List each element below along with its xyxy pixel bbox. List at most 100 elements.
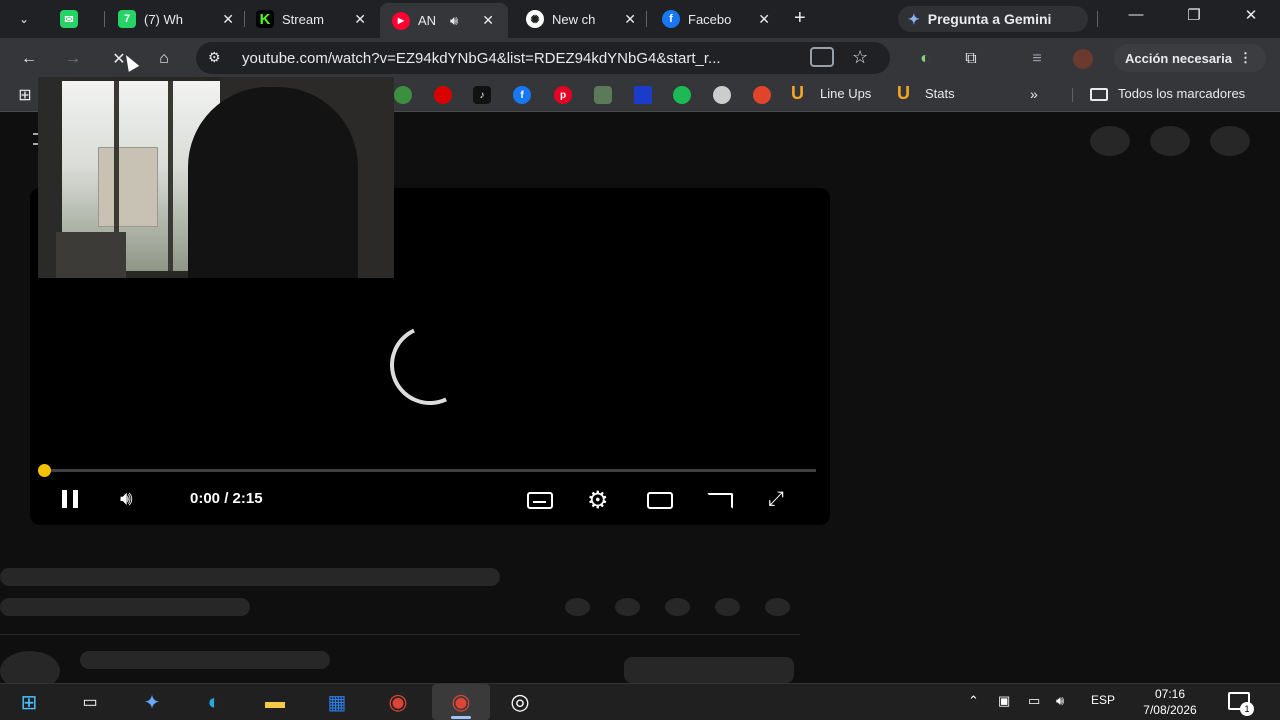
pause-button[interactable] (62, 490, 78, 508)
chevron-up-icon[interactable]: ⌃ (968, 693, 979, 709)
skeleton-action (615, 598, 640, 616)
edge-icon[interactable]: ◐ (201, 689, 227, 714)
chatgpt-bookmark-icon[interactable] (713, 86, 731, 104)
clock-date: 7/08/2026 (1143, 703, 1197, 717)
close-icon[interactable]: ✕ (354, 11, 366, 28)
gemini-icon: ✦ (908, 10, 920, 27)
puzzle-icon: ⧉ (965, 50, 977, 67)
close-icon[interactable]: ✕ (482, 12, 494, 29)
media-controls-button[interactable]: ≡ (1026, 48, 1048, 70)
pinterest-icon[interactable]: p (554, 86, 572, 104)
windows-start-icon[interactable]: ⊞ (16, 690, 42, 714)
facebook-bookmark-icon[interactable]: f (513, 86, 531, 104)
blue-square-icon[interactable] (634, 86, 652, 104)
stats-bookmark[interactable]: Stats (925, 86, 955, 101)
kick-icon: K (256, 10, 274, 28)
green-site-icon[interactable] (394, 86, 412, 104)
skeleton-title (0, 568, 500, 586)
game-site-icon[interactable] (594, 86, 612, 104)
playlist-icon: ≡ (1032, 50, 1042, 67)
new-tab-button[interactable]: + (794, 8, 806, 28)
minimize-button[interactable]: — (1116, 6, 1156, 23)
line-ups-icon[interactable]: U (791, 83, 804, 104)
skeleton-avatar (1090, 126, 1130, 156)
close-window-button[interactable]: ✕ (1231, 6, 1271, 24)
stats-icon[interactable]: U (897, 83, 910, 104)
close-icon[interactable]: ✕ (624, 11, 636, 28)
window-frame (168, 81, 173, 271)
skeleton-action (565, 598, 590, 616)
skeleton-action (665, 598, 690, 616)
chrome-icon[interactable]: ◉ (385, 689, 411, 714)
microsoft-store-icon[interactable]: ▦ (324, 690, 350, 714)
apps-button[interactable]: ⊞ (14, 84, 36, 106)
scrubber-handle[interactable] (38, 464, 51, 477)
tab-strip: ⌄ ✉ 7 (7) Wh ✕ K Stream ✕ ▶ AN 🔊︎ ✕ ✺ Ne… (0, 0, 1280, 38)
tab-2[interactable]: K Stream ✕ (248, 5, 372, 33)
audio-playing-icon[interactable]: 🔊︎ (450, 13, 458, 29)
clock[interactable]: 07:16 7/08/2026 (1136, 686, 1204, 718)
fullscreen-icon[interactable]: ⤢ (768, 488, 784, 511)
file-explorer-icon[interactable]: ▬ (262, 690, 288, 714)
site-info-icon[interactable]: ⚙ (208, 49, 221, 66)
task-view-icon[interactable]: ▭ (77, 690, 103, 714)
tab-title: New ch (552, 11, 596, 27)
spotify-icon[interactable] (673, 86, 691, 104)
divider (0, 634, 800, 635)
close-icon[interactable]: ✕ (222, 11, 234, 28)
home-button[interactable]: ⌂ (153, 48, 175, 70)
tab-1[interactable]: 7 (7) Wh ✕ (110, 5, 240, 33)
more-bookmarks-icon[interactable]: » (1030, 86, 1038, 102)
tab-5[interactable]: f Facebo ✕ (654, 5, 776, 33)
tab-search-button[interactable]: ⌄ (10, 6, 38, 32)
forward-button[interactable]: → (62, 48, 84, 70)
action-needed-button[interactable]: Acción necesaria ⋮ (1114, 44, 1266, 72)
progress-bar[interactable] (44, 469, 816, 472)
chatgpt-icon: ✺ (526, 10, 544, 28)
tab-4[interactable]: ✺ New ch ✕ (518, 5, 642, 33)
folder-icon[interactable] (1090, 88, 1108, 101)
loading-spinner-icon (378, 313, 482, 417)
webcam-overlay (38, 77, 394, 278)
settings-gear-icon[interactable]: ⚙ (587, 486, 609, 515)
install-app-icon[interactable] (810, 47, 834, 67)
volume-button[interactable]: 🔊︎ (120, 488, 133, 511)
extensions-button[interactable]: ⧉ (960, 48, 982, 70)
obs-icon[interactable]: ◎ (507, 689, 533, 714)
back-button[interactable]: ← (18, 48, 40, 70)
profile-button[interactable] (1072, 48, 1094, 70)
extension-button[interactable]: ◐ (914, 48, 936, 70)
volume-tray-icon[interactable]: 🔊︎ (1056, 693, 1064, 709)
whatsapp-multi-icon: ✉ (60, 10, 78, 28)
line-ups-bookmark[interactable]: Line Ups (820, 86, 871, 101)
bookmark-star-icon[interactable]: ☆ (852, 47, 868, 68)
meet-now-icon[interactable]: ▣ (998, 693, 1010, 709)
whatsapp-icon: 7 (118, 10, 136, 28)
gemini-button[interactable]: ✦ Pregunta a Gemini (898, 6, 1088, 32)
language-indicator[interactable]: ESP (1091, 693, 1115, 707)
tab-divider (1097, 11, 1098, 27)
copilot-icon[interactable]: ✦ (139, 690, 165, 714)
url-text[interactable]: youtube.com/watch?v=EZ94kdYNbG4&list=RDE… (242, 50, 792, 67)
time-display: 0:00 / 2:15 (190, 490, 263, 507)
notifications-icon[interactable]: 1 (1228, 692, 1254, 716)
record-site-icon[interactable] (753, 86, 771, 104)
subtitles-icon[interactable] (527, 492, 553, 509)
chrome-profile-icon[interactable]: ◉ (432, 684, 490, 720)
action-needed-label: Acción necesaria (1125, 51, 1232, 66)
red-site-icon[interactable] (434, 86, 452, 104)
home-icon: ⌂ (159, 50, 169, 67)
address-bar[interactable]: ⚙ youtube.com/watch?v=EZ94kdYNbG4&list=R… (196, 42, 890, 74)
tab-3-active[interactable]: ▶ AN 🔊︎ ✕ (380, 3, 508, 38)
gemini-label: Pregunta a Gemini (927, 11, 1052, 27)
arrow-left-icon: ← (21, 50, 37, 67)
windows-taskbar: ⊞ ▭ ✦ ◐ ▬ ▦ ◉ ◉ ◎ ⌃ ▣ ▭ 🔊︎ ESP 07:16 7/0… (0, 683, 1280, 720)
chevron-down-icon: ⌄ (18, 12, 30, 26)
cast-icon[interactable] (707, 493, 733, 509)
all-bookmarks-button[interactable]: Todos los marcadores (1118, 86, 1245, 101)
restore-button[interactable]: ❐ (1174, 6, 1214, 24)
network-icon[interactable]: ▭ (1028, 693, 1040, 709)
close-icon[interactable]: ✕ (758, 11, 770, 28)
tiktok-icon[interactable]: ♪ (473, 86, 491, 104)
theater-mode-icon[interactable] (647, 492, 673, 509)
